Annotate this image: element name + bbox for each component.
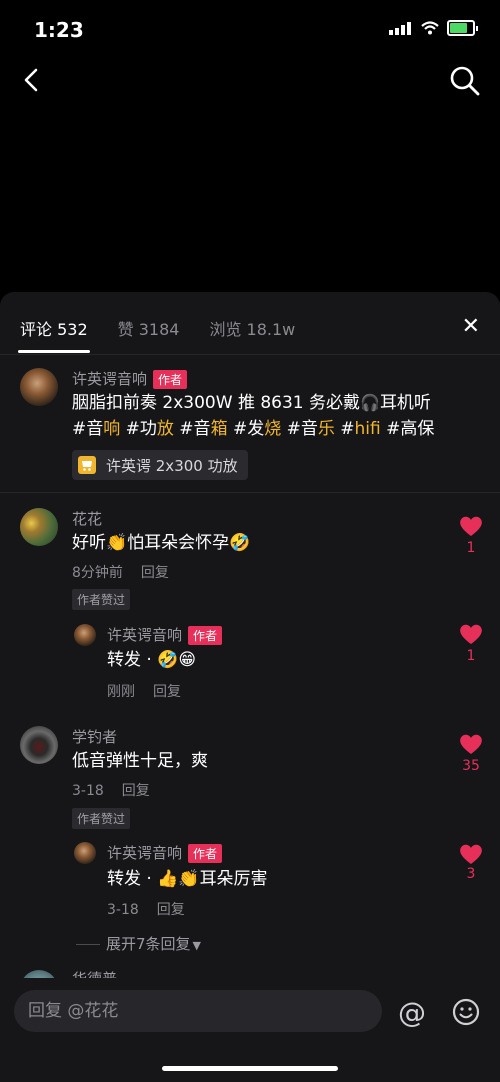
- post-tags: #音响 #功放 #音箱 #发烧 #音乐 #hifi #高保: [72, 419, 434, 439]
- back-icon[interactable]: [18, 64, 46, 96]
- avatar[interactable]: [20, 508, 58, 546]
- battery-icon: [447, 20, 475, 36]
- author-badge: 作者: [188, 844, 223, 863]
- avatar[interactable]: [20, 368, 58, 406]
- reply-author-label: 许英谔音响: [107, 626, 183, 644]
- post-text-line1: 胭脂扣前奏 2x300W 推 8631 务必戴: [72, 393, 361, 413]
- reply-button[interactable]: 回复: [141, 565, 169, 581]
- clap-emoji: 👏: [178, 869, 200, 889]
- author-badge: 作者: [188, 626, 223, 645]
- comment-text-part: 好听: [72, 533, 106, 553]
- post-author-label: 许英谔音响: [72, 370, 148, 388]
- tag-prefix[interactable]: #功: [120, 419, 157, 439]
- tab-comments[interactable]: 评论 532: [20, 316, 88, 340]
- tag-prefix[interactable]: #音: [72, 419, 103, 439]
- reply-text-part: 转发 ·: [107, 869, 158, 889]
- reply-time: 3-18: [107, 902, 139, 918]
- author-badge: 作者: [153, 370, 188, 389]
- product-card[interactable]: 许英谔 2x300 功放: [72, 450, 248, 480]
- comment-time: 3-18: [72, 783, 104, 799]
- at-icon[interactable]: @: [398, 996, 426, 1029]
- post-author-name[interactable]: 许英谔音响 作者: [72, 368, 188, 389]
- reply-author-name[interactable]: 许英谔音响 作者: [107, 842, 223, 863]
- tag-highlight[interactable]: 烧: [264, 419, 281, 439]
- author-liked-badge: 作者赞过: [72, 589, 131, 610]
- rofl-emoji: 🤣😁: [157, 650, 197, 670]
- comment-text-part: 怕耳朵会怀孕: [127, 533, 230, 553]
- tab-underline: [18, 350, 90, 353]
- reply-author-label: 许英谔音响: [107, 844, 183, 862]
- reply-meta: 刚刚 回复: [107, 681, 181, 701]
- like-count: 1: [466, 648, 476, 664]
- tab-views[interactable]: 浏览 18.1w: [209, 316, 295, 340]
- tab-likes[interactable]: 赞 3184: [118, 316, 180, 340]
- caret-down-icon: ▼: [192, 939, 202, 952]
- expand-line: [76, 944, 100, 945]
- avatar[interactable]: [20, 726, 58, 764]
- expand-label: 展开7条回复: [106, 935, 191, 953]
- tag-highlight[interactable]: 乐: [318, 419, 335, 439]
- reply-bar: @: [0, 978, 500, 1082]
- status-time: 1:23: [34, 18, 84, 42]
- heart-icon[interactable]: [458, 514, 484, 538]
- heart-icon[interactable]: [458, 842, 484, 866]
- reply-text: 转发 · 🤣😁: [107, 647, 196, 673]
- close-icon[interactable]: ✕: [462, 314, 480, 339]
- post-divider: [0, 492, 500, 493]
- reply-text-part: 耳朵厉害: [199, 869, 268, 889]
- heart-icon[interactable]: [458, 732, 484, 756]
- comment-author-name[interactable]: 花花: [72, 508, 102, 529]
- signal-icon: [389, 21, 413, 35]
- rofl-emoji: 🤣: [229, 533, 251, 553]
- comment-text: 低音弹性十足，爽: [72, 751, 208, 771]
- like-count: 35: [462, 758, 480, 774]
- tab-divider: [0, 354, 500, 355]
- reply-time: 刚刚: [107, 684, 135, 700]
- tab-bar: 评论 532 赞 3184 浏览 18.1w: [20, 316, 295, 340]
- reply-button[interactable]: 回复: [157, 902, 185, 918]
- tag-prefix[interactable]: #: [335, 419, 354, 439]
- tag-highlight[interactable]: 放: [157, 419, 174, 439]
- emoji-icon[interactable]: [452, 998, 480, 1026]
- avatar[interactable]: [74, 624, 96, 646]
- tag-highlight[interactable]: 响: [103, 419, 120, 439]
- reply-text: 转发 · 👍👏耳朵厉害: [107, 866, 268, 892]
- tag-prefix[interactable]: #发: [228, 419, 264, 439]
- reply-button[interactable]: 回复: [122, 783, 150, 799]
- like-count: 3: [466, 866, 476, 882]
- reply-button[interactable]: 回复: [153, 684, 181, 700]
- comment-time: 8分钟前: [72, 565, 123, 581]
- clap-emoji: 👏: [106, 533, 128, 553]
- reply-input[interactable]: [14, 990, 382, 1032]
- comment-meta: 3-18 回复: [72, 780, 150, 800]
- tag-highlight[interactable]: hifi: [355, 419, 381, 439]
- home-indicator: [162, 1066, 338, 1071]
- post-text-line1-tail: 耳机听: [379, 393, 431, 413]
- tag-highlight[interactable]: 箱: [211, 419, 228, 439]
- heart-icon[interactable]: [458, 622, 484, 646]
- tag-prefix[interactable]: #高保: [381, 419, 434, 439]
- reply-text-part: 转发 ·: [107, 650, 158, 670]
- search-icon[interactable]: [448, 64, 482, 98]
- author-liked-badge: 作者赞过: [72, 808, 131, 829]
- comment-text: 好听👏怕耳朵会怀孕🤣: [72, 530, 250, 556]
- comments-sheet: 评论 532 赞 3184 浏览 18.1w ✕ 许英谔音响 作者 胭脂扣前奏 2…: [0, 292, 500, 1082]
- status-icons: [389, 20, 478, 36]
- headphone-emoji: 🎧: [360, 393, 380, 412]
- avatar[interactable]: [74, 842, 96, 864]
- product-label: 许英谔 2x300 功放: [106, 456, 238, 475]
- like-count: 1: [466, 540, 476, 556]
- comment-meta: 8分钟前 回复: [72, 562, 169, 582]
- post-text: 胭脂扣前奏 2x300W 推 8631 务必戴🎧耳机听 #音响 #功放 #音箱 …: [72, 390, 482, 442]
- expand-replies-button[interactable]: 展开7条回复 ▼: [76, 933, 201, 954]
- cart-icon: [78, 456, 96, 474]
- thumbs-up-emoji: 👍: [157, 869, 179, 889]
- comment-author-name[interactable]: 学钓者: [72, 726, 117, 747]
- tag-prefix[interactable]: #音: [281, 419, 318, 439]
- reply-meta: 3-18 回复: [107, 899, 185, 919]
- reply-author-name[interactable]: 许英谔音响 作者: [107, 624, 223, 645]
- wifi-icon: [421, 21, 439, 35]
- tag-prefix[interactable]: #音: [174, 419, 210, 439]
